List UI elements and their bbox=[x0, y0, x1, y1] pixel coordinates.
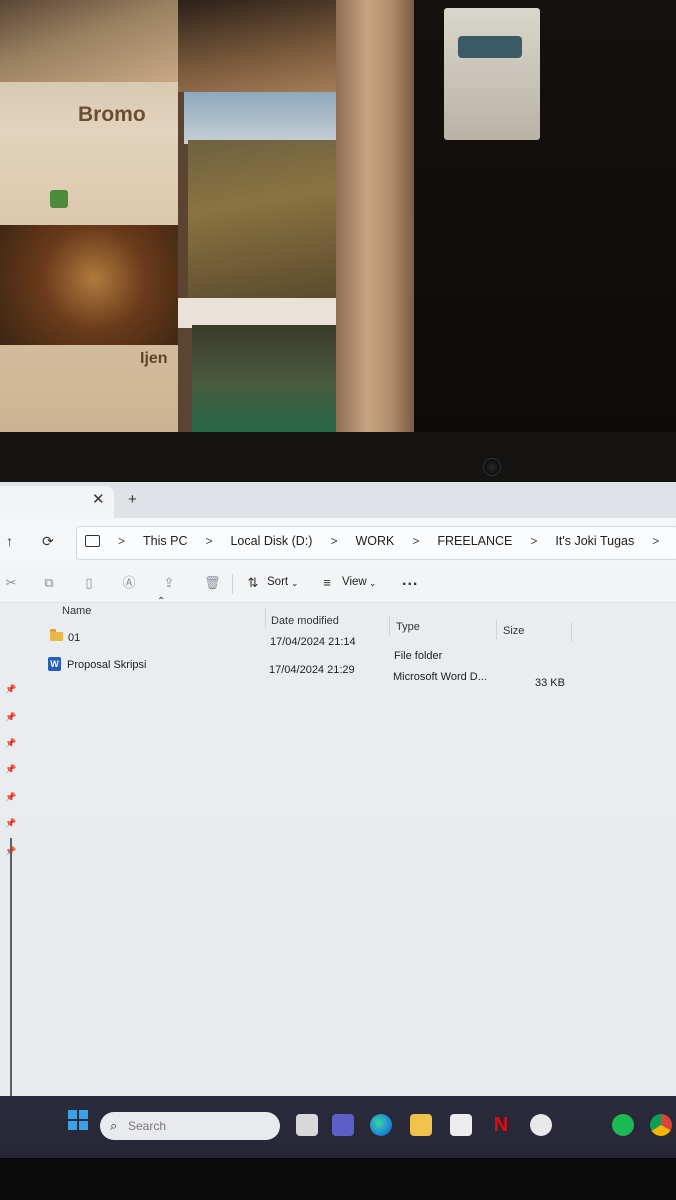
pin-icon[interactable]: 📌 bbox=[5, 792, 16, 803]
word-document-icon: W bbox=[48, 657, 61, 671]
list-item-folder-01[interactable]: 01 17/04/2024 21:14 File folder bbox=[34, 629, 634, 662]
more-options-button[interactable]: ... bbox=[402, 572, 418, 590]
start-tile bbox=[79, 1110, 88, 1119]
toolbar-divider bbox=[232, 574, 233, 594]
chevron-right-icon[interactable]: > bbox=[330, 534, 337, 548]
webcam-icon bbox=[483, 458, 501, 476]
new-tab-button[interactable]: + bbox=[128, 491, 137, 508]
chevron-right-icon[interactable]: > bbox=[652, 534, 659, 548]
chevron-right-icon[interactable]: > bbox=[118, 534, 125, 548]
laptop-bottom-bezel bbox=[0, 1158, 676, 1200]
breadcrumb-local-disk[interactable]: Local Disk (D:) bbox=[230, 534, 312, 548]
background-photo: Bromo Ijen bbox=[0, 0, 676, 445]
address-bar-row: ↑ ⟳ > This PC > Local Disk (D:) > WORK >… bbox=[0, 518, 676, 567]
column-headers: Name ⌃ Date modified Type Size bbox=[34, 596, 676, 642]
file-date: 17/04/2024 21:29 bbox=[269, 664, 355, 676]
column-divider[interactable] bbox=[265, 608, 266, 628]
start-tile bbox=[79, 1121, 88, 1130]
column-date-modified[interactable]: Date modified bbox=[271, 615, 339, 627]
sort-icon[interactable]: ⇅ bbox=[246, 576, 260, 590]
start-tile bbox=[68, 1110, 77, 1119]
file-explorer-window: ✕ + ↑ ⟳ > This PC > Local Disk (D:) > WO… bbox=[0, 482, 676, 1096]
rename-icon[interactable]: Ⓐ bbox=[122, 576, 136, 590]
file-explorer-icon[interactable] bbox=[410, 1114, 432, 1136]
travel-poster: Bromo Ijen bbox=[0, 0, 200, 435]
copy-icon[interactable]: ⧉ bbox=[42, 576, 56, 590]
breadcrumb: > This PC > Local Disk (D:) > WORK > FRE… bbox=[85, 534, 676, 548]
collage-photo bbox=[192, 325, 338, 440]
app-circle-icon[interactable] bbox=[530, 1114, 552, 1136]
list-item-proposal-skripsi[interactable]: W Proposal Skripsi 17/04/2024 21:29 Micr… bbox=[34, 657, 634, 689]
task-view-icon[interactable] bbox=[296, 1114, 318, 1136]
pin-icon[interactable]: 📌 bbox=[5, 684, 16, 695]
column-name[interactable]: Name bbox=[62, 605, 91, 617]
breadcrumb-work[interactable]: WORK bbox=[355, 534, 394, 548]
navigation-pane: 📌 📌 📌 📌 📌 📌 📌 bbox=[0, 602, 26, 1096]
tag-label bbox=[458, 36, 522, 58]
laptop-bezel bbox=[0, 432, 676, 484]
view-icon[interactable]: ≡ bbox=[320, 576, 334, 590]
pin-icon[interactable]: 📌 bbox=[5, 818, 16, 829]
wooden-pillar bbox=[336, 0, 414, 440]
collage-photo bbox=[178, 298, 338, 328]
breadcrumb-freelance[interactable]: FREELANCE bbox=[437, 534, 512, 548]
command-bar: ✂ ⧉ ▯ Ⓐ ⇪ 🗑 ⇅ Sort ⌄ ≡ View ⌄ ... bbox=[0, 566, 676, 603]
file-date: 17/04/2024 21:14 bbox=[270, 636, 356, 648]
sort-ascending-icon: ⌃ bbox=[157, 596, 166, 607]
collage-photo bbox=[188, 140, 338, 298]
collage-photo bbox=[178, 0, 338, 92]
pin-icon[interactable]: 📌 bbox=[5, 712, 16, 723]
file-name: 01 bbox=[68, 632, 81, 644]
poster-photo-top bbox=[0, 0, 178, 82]
breadcrumb-joki-tugas[interactable]: It's Joki Tugas bbox=[555, 534, 634, 548]
computer-icon[interactable] bbox=[85, 535, 100, 547]
microsoft-store-icon[interactable] bbox=[450, 1114, 472, 1136]
hanging-tag bbox=[444, 8, 540, 140]
whatsapp-icon bbox=[50, 190, 68, 208]
start-tile bbox=[68, 1121, 77, 1130]
file-type: Microsoft Word D... bbox=[393, 671, 487, 683]
file-list: Name ⌃ Date modified Type Size 01 17/04/… bbox=[34, 596, 676, 1096]
windows-start-icon[interactable] bbox=[68, 1110, 88, 1130]
cut-icon[interactable]: ✂ bbox=[4, 576, 18, 590]
share-icon[interactable]: ⇪ bbox=[162, 576, 176, 590]
collage-photo bbox=[184, 92, 338, 144]
photo-collage bbox=[178, 0, 338, 440]
delete-icon[interactable]: 🗑 bbox=[204, 576, 221, 590]
paste-icon[interactable]: ▯ bbox=[82, 576, 96, 590]
poster-subtitle: Ijen bbox=[140, 350, 168, 367]
chevron-right-icon[interactable]: > bbox=[412, 534, 419, 548]
pin-icon[interactable]: 📌 bbox=[5, 764, 16, 775]
chevron-right-icon[interactable]: > bbox=[530, 534, 537, 548]
search-icon: ⌕ bbox=[110, 1118, 118, 1133]
chevron-down-icon[interactable]: ⌄ bbox=[369, 578, 377, 589]
close-tab-icon[interactable]: ✕ bbox=[92, 490, 105, 508]
search-placeholder: Search bbox=[128, 1119, 167, 1133]
address-bar[interactable]: > This PC > Local Disk (D:) > WORK > FRE… bbox=[76, 526, 676, 560]
spotify-icon[interactable] bbox=[612, 1114, 634, 1136]
navigation-scrollbar[interactable] bbox=[10, 838, 12, 1096]
file-size: 33 KB bbox=[535, 677, 565, 689]
file-name: Proposal Skripsi bbox=[67, 659, 147, 671]
sort-button[interactable]: Sort bbox=[267, 576, 288, 588]
up-arrow-icon[interactable]: ↑ bbox=[6, 533, 13, 549]
chrome-icon[interactable] bbox=[650, 1114, 672, 1136]
taskbar: ⌕ Search N bbox=[0, 1096, 676, 1158]
edge-browser-icon[interactable] bbox=[370, 1114, 392, 1136]
chevron-down-icon[interactable]: ⌄ bbox=[291, 578, 299, 589]
folder-icon bbox=[50, 629, 63, 641]
pin-icon[interactable]: 📌 bbox=[5, 738, 16, 749]
taskbar-search-input[interactable]: ⌕ Search bbox=[100, 1112, 280, 1140]
view-button[interactable]: View bbox=[342, 576, 367, 588]
chevron-right-icon[interactable]: > bbox=[205, 534, 212, 548]
tab-bar: ✕ + bbox=[0, 482, 676, 518]
breadcrumb-this-pc[interactable]: This PC bbox=[143, 534, 187, 548]
poster-photo-middle bbox=[0, 225, 188, 345]
teams-icon[interactable] bbox=[332, 1114, 354, 1136]
netflix-icon[interactable]: N bbox=[490, 1114, 512, 1136]
poster-title: Bromo bbox=[78, 103, 146, 126]
refresh-icon[interactable]: ⟳ bbox=[42, 533, 54, 550]
